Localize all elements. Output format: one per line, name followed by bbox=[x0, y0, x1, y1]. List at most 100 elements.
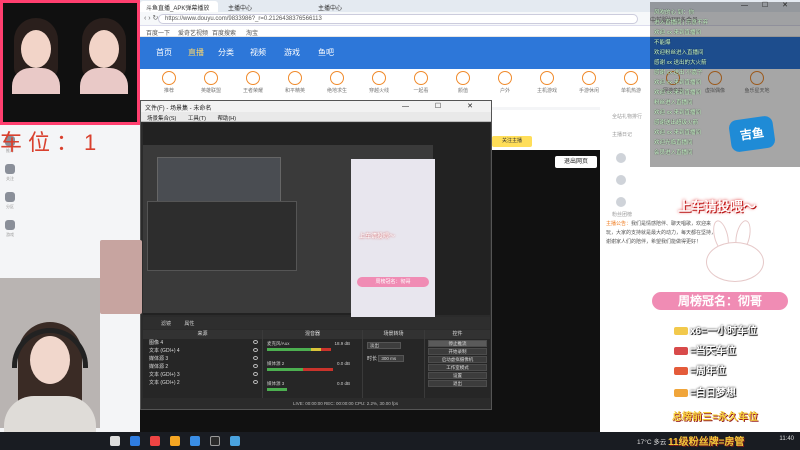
volume-meter[interactable] bbox=[267, 348, 311, 351]
duration-input[interactable]: 300 ms bbox=[378, 355, 405, 362]
bookmark-item[interactable]: 爱奇艺视频 bbox=[178, 28, 208, 37]
category-item[interactable]: 户外 bbox=[490, 71, 520, 94]
side-row[interactable]: 全站礼物排行 bbox=[612, 113, 642, 120]
nav-video[interactable]: 视频 bbox=[250, 47, 266, 58]
category-icon bbox=[540, 71, 554, 85]
exit-button[interactable]: 退出 bbox=[428, 380, 487, 387]
chat-message: 欢迎 xx 来到直播间 bbox=[654, 110, 702, 116]
browser-taskbar-icon[interactable] bbox=[130, 436, 140, 446]
obs-preview[interactable]: 上车请投喂～ 周榜冠名：彻哥 bbox=[143, 123, 490, 325]
properties-button[interactable]: 属性 bbox=[184, 321, 194, 327]
start-icon[interactable] bbox=[110, 436, 120, 446]
obs-menu-help[interactable]: 帮助(H) bbox=[217, 116, 236, 122]
nav-fishbar[interactable]: 鱼吧 bbox=[318, 47, 334, 58]
visibility-eye-icon[interactable] bbox=[253, 364, 258, 368]
nav-game[interactable]: 游戏 bbox=[284, 47, 300, 58]
category-icon bbox=[456, 71, 470, 85]
browser-nav-icons[interactable]: ‹ › ↻ bbox=[144, 14, 158, 22]
rail-category-icon[interactable] bbox=[5, 192, 15, 202]
obs-menu-scene-collection[interactable]: 场景集合(S) bbox=[147, 116, 176, 122]
bookmark-item[interactable]: 百度一下 bbox=[146, 28, 170, 37]
source-item[interactable]: 文本 (GDI+) 3 bbox=[143, 371, 262, 379]
transition-select[interactable]: 淡出 bbox=[367, 342, 401, 349]
app-taskbar-icon[interactable] bbox=[230, 436, 240, 446]
visibility-eye-icon[interactable] bbox=[253, 380, 258, 384]
category-item[interactable]: 手游休闲 bbox=[574, 71, 604, 94]
obs-titlebar: 文件(F) - 场景集 - 未命名 — ☐ ✕ bbox=[141, 101, 491, 112]
nav-home[interactable]: 首页 bbox=[156, 47, 172, 58]
url-input[interactable]: https://www.douyu.com/9833986?_r=0.21264… bbox=[158, 14, 638, 24]
category-item[interactable]: 英雄联盟 bbox=[196, 71, 226, 94]
duration-label: 时长 bbox=[367, 356, 378, 362]
chat-message: 风吹的心 到：你 bbox=[654, 10, 695, 16]
chat-message: 欢迎粉丝进入直播间 bbox=[654, 50, 704, 56]
user-avatar[interactable] bbox=[616, 153, 626, 163]
source-item[interactable]: 文本 (GDI+) 4 bbox=[143, 347, 262, 355]
preview-promo-overlay: 上车请投喂～ 周榜冠名：彻哥 bbox=[351, 159, 435, 325]
chat-message: 欢迎 xx 来到直播间 bbox=[654, 130, 702, 136]
obs-menu-tools[interactable]: 工具(T) bbox=[188, 116, 206, 122]
category-icon bbox=[246, 71, 260, 85]
category-item[interactable]: 单机热游 bbox=[616, 71, 646, 94]
category-item[interactable]: 和平精英 bbox=[280, 71, 310, 94]
chat-message: 会员进入直播间 bbox=[654, 150, 693, 156]
follow-button[interactable]: 关注主播 bbox=[492, 136, 532, 147]
settings-button[interactable]: 设置 bbox=[428, 372, 487, 379]
obs-taskbar-icon[interactable] bbox=[210, 436, 220, 446]
nav-live[interactable]: 直播 bbox=[188, 47, 204, 58]
browser-tab-anchor-center-2[interactable]: 主播中心 bbox=[312, 1, 398, 12]
mixer-channel: 媒体源 2 0.0 dB bbox=[263, 359, 362, 379]
weather-widget[interactable]: 17°C 多云 bbox=[637, 436, 666, 446]
source-item[interactable]: 媒体源 3 bbox=[143, 355, 262, 363]
category-item[interactable]: 一起看 bbox=[406, 71, 436, 94]
obs-window-controls[interactable]: — ☐ ✕ bbox=[402, 102, 485, 110]
category-item[interactable]: 主机游戏 bbox=[532, 71, 562, 94]
category-item[interactable]: 穿越火线 bbox=[364, 71, 394, 94]
nav-category[interactable]: 分类 bbox=[218, 47, 234, 58]
stop-stream-button[interactable]: 停止推流 bbox=[428, 340, 487, 347]
user-avatar[interactable] bbox=[616, 175, 626, 185]
start-recording-button[interactable]: 开始录制 bbox=[428, 348, 487, 355]
category-item[interactable]: 颜值 bbox=[448, 71, 478, 94]
category-label: 英雄联盟 bbox=[200, 88, 221, 94]
source-item[interactable]: 文本 (GDI+) 2 bbox=[143, 379, 262, 387]
browser-tab-active[interactable]: 斗鱼直播_APK弹幕播放 bbox=[140, 1, 218, 12]
source-item[interactable]: 媒体源 2 bbox=[143, 363, 262, 371]
volume-meter[interactable] bbox=[267, 368, 303, 371]
reward-note-permanent: 总榜前三=永久车位 bbox=[672, 412, 758, 423]
side-row[interactable]: 粉丝团榜 bbox=[612, 211, 632, 218]
rocket-icon bbox=[674, 367, 688, 376]
anchor-notice-label: 主播公告： bbox=[606, 221, 632, 227]
rail-label: 分区 bbox=[6, 204, 14, 209]
app-taskbar-icon[interactable] bbox=[150, 436, 160, 446]
reward-line: =周年位 bbox=[674, 362, 726, 377]
preview-nested-obs bbox=[147, 201, 297, 271]
app-taskbar-icon[interactable] bbox=[170, 436, 180, 446]
visibility-eye-icon[interactable] bbox=[253, 372, 258, 376]
app-taskbar-icon[interactable] bbox=[190, 436, 200, 446]
category-item[interactable]: 王者荣耀 bbox=[238, 71, 268, 94]
visibility-eye-icon[interactable] bbox=[253, 356, 258, 360]
user-avatar[interactable] bbox=[616, 197, 626, 207]
volume-meter[interactable] bbox=[267, 388, 287, 391]
rail-game-icon[interactable] bbox=[5, 220, 15, 230]
bookmark-item[interactable]: 淘宝 bbox=[246, 28, 258, 37]
browser-tab-anchor-center[interactable]: 主播中心 bbox=[222, 1, 308, 12]
virtual-camera-button[interactable]: 启动虚拟摄像机 bbox=[428, 356, 487, 363]
side-row[interactable]: 主播日记 bbox=[612, 131, 632, 138]
visibility-eye-icon[interactable] bbox=[253, 340, 258, 344]
category-item[interactable]: 绝地求生 bbox=[322, 71, 352, 94]
rail-follow-icon[interactable] bbox=[5, 164, 15, 174]
chat-message: 进入直播间 | 乐意不弃 bbox=[654, 20, 708, 26]
category-label: 颜值 bbox=[457, 88, 468, 94]
exit-webpage-fullscreen-button[interactable]: 退出网页 bbox=[555, 156, 597, 168]
reward-line: x6=一小时车位 bbox=[674, 322, 757, 337]
studio-mode-button[interactable]: 工作室模式 bbox=[428, 364, 487, 371]
clock[interactable]: 11:40 bbox=[779, 436, 794, 442]
source-item[interactable]: 图像 4 bbox=[143, 339, 262, 347]
bookmark-item[interactable]: 百度搜索 bbox=[212, 28, 236, 37]
visibility-eye-icon[interactable] bbox=[253, 348, 258, 352]
controls-title: 控件 bbox=[425, 330, 490, 339]
category-item[interactable]: 推荐 bbox=[154, 71, 184, 94]
filters-button[interactable]: 滤镜 bbox=[161, 321, 171, 327]
